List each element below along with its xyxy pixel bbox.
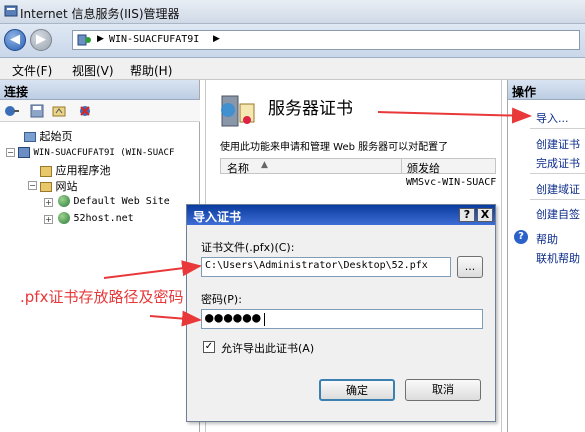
arrow-to-file-path (103, 260, 202, 279)
arrow-to-password (149, 310, 202, 327)
annotation-text: .pfx证书存放路径及密码 (20, 288, 184, 306)
annotation-arrows (103, 107, 532, 327)
arrow-to-import (377, 107, 532, 124)
